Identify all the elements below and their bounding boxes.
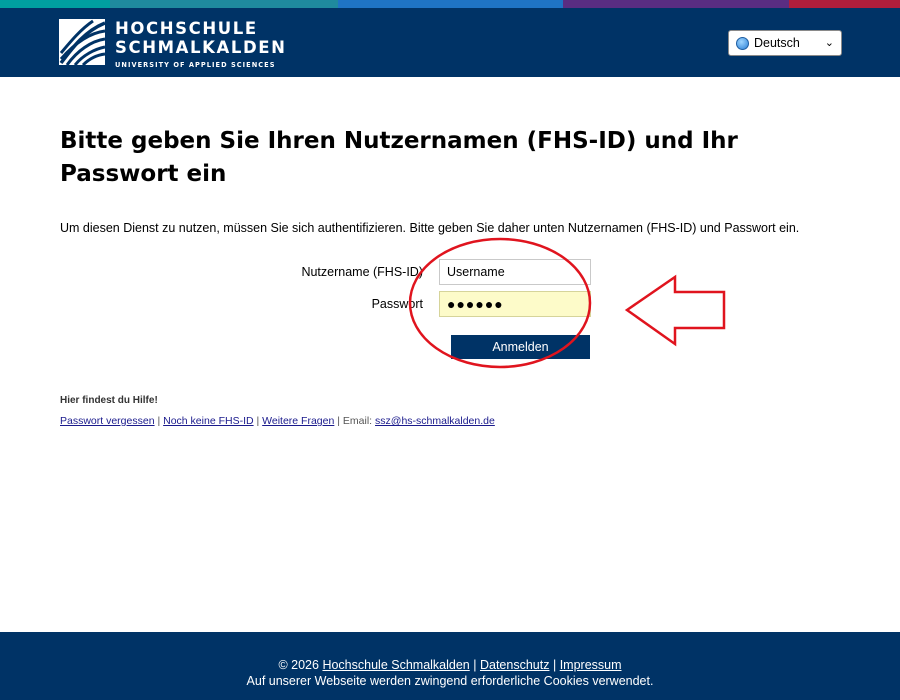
password-label: Passwort (371, 297, 423, 311)
annotation-overlay (408, 237, 726, 369)
email-link[interactable]: ssz@hs-schmalkalden.de (375, 415, 495, 427)
chevron-down-icon: ⌄ (824, 37, 834, 49)
annotation-arrow-icon (624, 274, 726, 347)
cookie-notice: Auf unserer Webseite werden zwingend erf… (246, 674, 654, 688)
logo-name-line1: HOCHSCHULE (115, 19, 258, 38)
site-footer: © 2026 Hochschule Schmalkalden | Datensc… (0, 632, 900, 700)
page-title: Bitte geben Sie Ihren Nutzernamen (FHS-I… (60, 128, 738, 187)
globe-icon (736, 36, 749, 50)
more-questions-link[interactable]: Weitere Fragen (262, 415, 334, 427)
university-logo[interactable]: HOCHSCHULE SCHMALKALDEN UNIVERSITY OF AP… (59, 19, 287, 69)
username-input[interactable]: Username (439, 259, 591, 285)
imprint-link[interactable]: Impressum (560, 658, 622, 672)
login-button[interactable]: Anmelden (451, 335, 590, 359)
logo-subtitle: UNIVERSITY OF APPLIED SCIENCES (115, 61, 276, 69)
accent-color-bar (0, 0, 900, 8)
help-title: Hier findest du Hilfe! (60, 395, 158, 406)
logo-name-line2: SCHMALKALDEN (115, 38, 287, 57)
no-fhs-id-link[interactable]: Noch keine FHS-ID (163, 415, 253, 427)
intro-text: Um diesen Dienst zu nutzen, müssen Sie s… (60, 221, 800, 235)
help-links: Passwort vergessen | Noch keine FHS-ID |… (60, 415, 495, 427)
username-label: Nutzername (FHS-ID) (301, 265, 423, 279)
separator: | (552, 658, 560, 672)
site-header: HOCHSCHULE SCHMALKALDEN UNIVERSITY OF AP… (0, 8, 900, 77)
separator: | (473, 658, 480, 672)
password-input[interactable]: ●●●●●● (439, 291, 591, 317)
language-selected-value: Deutsch (754, 36, 800, 50)
forgot-password-link[interactable]: Passwort vergessen (60, 415, 155, 427)
email-label: Email: (342, 415, 373, 427)
school-link[interactable]: Hochschule Schmalkalden (322, 658, 469, 672)
language-select[interactable]: Deutsch ⌄ (728, 30, 842, 56)
copyright-text: © 2026 (278, 658, 319, 672)
privacy-link[interactable]: Datenschutz (480, 658, 549, 672)
logo-mark-icon (59, 19, 105, 65)
